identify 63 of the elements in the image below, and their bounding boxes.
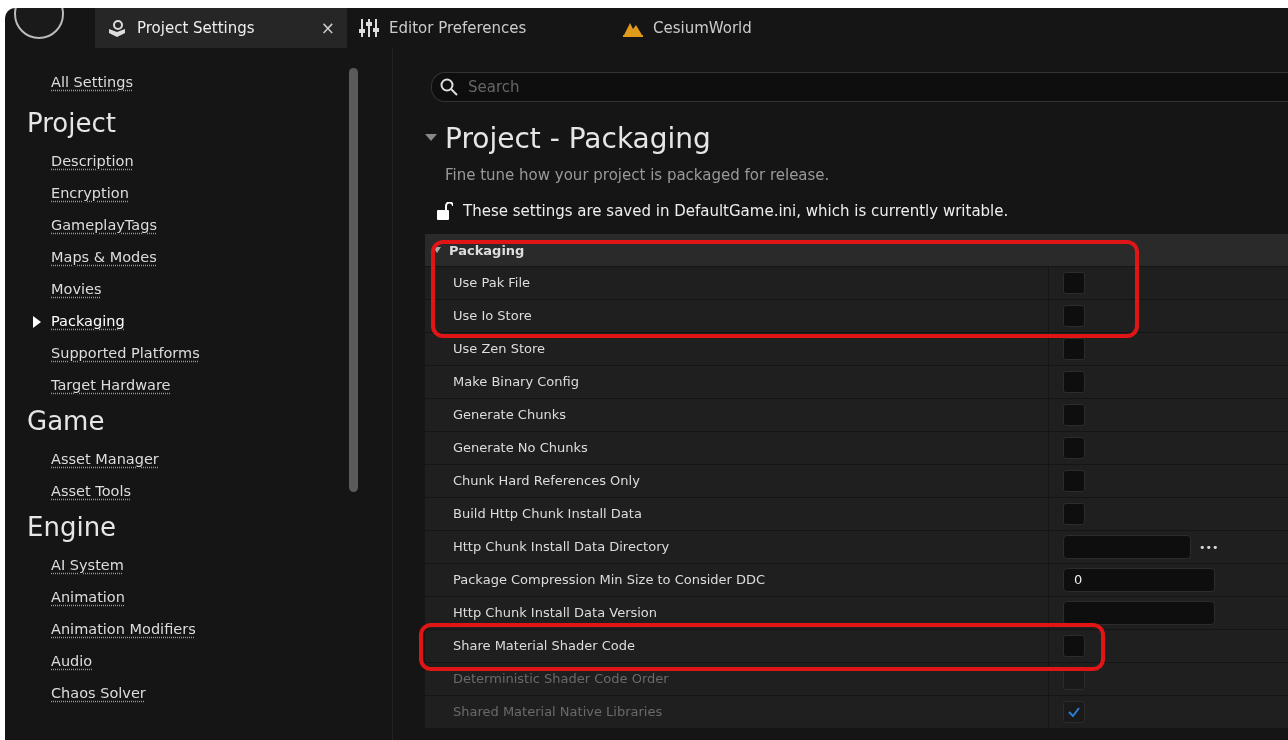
- text-field[interactable]: [1063, 535, 1191, 559]
- collapse-arrow-icon[interactable]: [425, 134, 437, 142]
- setting-label: Chunk Hard References Only: [425, 465, 1049, 497]
- setting-label: Share Material Shader Code: [425, 630, 1049, 662]
- text-field[interactable]: [1063, 601, 1215, 625]
- sidebar-link[interactable]: Supported Platforms: [51, 338, 200, 368]
- checkbox[interactable]: [1063, 503, 1085, 525]
- checkbox[interactable]: [1063, 371, 1085, 393]
- tab[interactable]: Editor Preferences: [347, 8, 611, 48]
- checkbox[interactable]: [1063, 272, 1085, 294]
- sidebar-link[interactable]: Packaging: [51, 306, 125, 336]
- page-title: Project - Packaging: [445, 121, 711, 155]
- unlocked-padlock-icon: [437, 202, 453, 220]
- scrollbar[interactable]: [349, 68, 358, 492]
- search-input[interactable]: Search: [466, 77, 1288, 97]
- checkbox[interactable]: [1063, 404, 1085, 426]
- search-field[interactable]: Search: [431, 72, 1288, 102]
- category-header[interactable]: Packaging: [425, 234, 1288, 267]
- sidebar-link[interactable]: AI System: [51, 550, 124, 580]
- sidebar-link[interactable]: Chaos Solver: [51, 678, 146, 708]
- tab[interactable]: CesiumWorld: [611, 8, 863, 48]
- setting-label: Shared Material Native Libraries: [425, 696, 1049, 728]
- setting-label: Use Pak File: [425, 267, 1049, 299]
- save-location-note: These settings are saved in DefaultGame.ini, which is currently writable.: [463, 202, 1009, 220]
- close-button[interactable]: ×: [320, 18, 335, 38]
- sidebar-link[interactable]: Asset Manager: [51, 444, 159, 474]
- tab[interactable]: Project Settings ×: [95, 8, 347, 48]
- setting-label: Build Http Chunk Install Data: [425, 498, 1049, 530]
- setting-label: Use Io Store: [425, 300, 1049, 332]
- section-heading: Project: [27, 107, 117, 140]
- all-settings-link[interactable]: All Settings: [51, 74, 134, 90]
- sidebar-link[interactable]: GameplayTags: [51, 210, 157, 240]
- sidebar-link[interactable]: Asset Tools: [51, 476, 131, 506]
- section-heading: Engine: [27, 511, 118, 544]
- sidebar-link[interactable]: Maps & Modes: [51, 242, 157, 272]
- setting-label: Package Compression Min Size to Consider DDC: [425, 564, 1049, 596]
- sidebar-link[interactable]: Animation Modifiers: [51, 614, 196, 644]
- checkbox[interactable]: [1063, 305, 1085, 327]
- setting-label: Make Binary Config: [425, 366, 1049, 398]
- search-icon: [440, 78, 458, 96]
- category-title: Packaging: [449, 242, 525, 258]
- sidebar-link[interactable]: Encryption: [51, 178, 129, 208]
- checkbox[interactable]: [1063, 635, 1085, 657]
- page-description: Fine tune how your project is packaged for release.: [445, 166, 831, 184]
- sidebar-link[interactable]: Animation: [51, 582, 125, 612]
- checkbox[interactable]: [1063, 338, 1085, 360]
- setting-label: Generate Chunks: [425, 399, 1049, 431]
- sidebar-link[interactable]: Movies: [51, 274, 102, 304]
- checkbox[interactable]: [1063, 437, 1085, 459]
- setting-label: Http Chunk Install Data Directory: [425, 531, 1049, 563]
- sidebar-link[interactable]: Description: [51, 146, 134, 176]
- sliders-icon: [359, 18, 379, 38]
- gear-box-icon: [107, 18, 127, 38]
- setting-label: Generate No Chunks: [425, 432, 1049, 464]
- setting-label: Deterministic Shader Code Order: [425, 663, 1049, 695]
- sidebar-link[interactable]: Audio: [51, 646, 93, 676]
- section-heading: Game: [27, 405, 106, 438]
- setting-label: Use Zen Store: [425, 333, 1049, 365]
- text-field[interactable]: 0: [1063, 568, 1215, 592]
- browse-button[interactable]: •••: [1199, 540, 1219, 554]
- setting-label: Http Chunk Install Data Version: [425, 597, 1049, 629]
- checkbox[interactable]: [1063, 470, 1085, 492]
- sidebar-link[interactable]: Target Hardware: [51, 370, 171, 400]
